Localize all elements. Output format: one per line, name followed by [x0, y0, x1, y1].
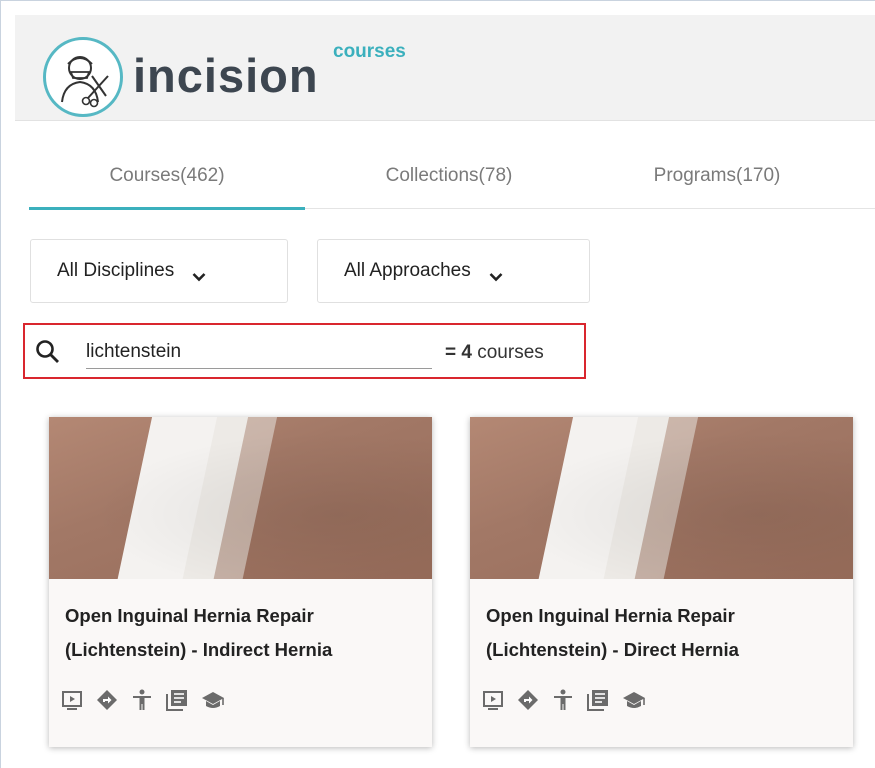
- course-card[interactable]: Open Inguinal Hernia Repair (Lichtenstei…: [49, 417, 432, 747]
- tab-programs[interactable]: Programs(170): [617, 143, 817, 209]
- tab-courses[interactable]: Courses(462): [29, 143, 305, 210]
- result-count: = 4 courses: [445, 342, 544, 364]
- book-icon: [587, 689, 609, 711]
- directions-icon: [96, 689, 118, 711]
- tab-collections[interactable]: Collections(78): [339, 143, 559, 209]
- search-icon[interactable]: [35, 339, 61, 370]
- course-features: [61, 689, 224, 711]
- discipline-dropdown[interactable]: All Disciplines: [30, 239, 288, 303]
- chevron-down-icon: [192, 266, 206, 282]
- result-count-suffix: courses: [471, 342, 544, 363]
- accessibility-icon: [552, 689, 574, 711]
- course-title[interactable]: Open Inguinal Hernia Repair (Lichtenstei…: [486, 599, 846, 667]
- directions-icon: [517, 689, 539, 711]
- accessibility-icon: [131, 689, 153, 711]
- book-icon: [166, 689, 188, 711]
- brand-subtitle: courses: [333, 41, 406, 62]
- result-count-prefix: =: [445, 342, 462, 363]
- app-frame: incision courses Courses(462) Collection…: [0, 0, 875, 768]
- tab-bar: Courses(462) Collections(78) Programs(17…: [29, 143, 875, 210]
- course-card-body: Open Inguinal Hernia Repair (Lichtenstei…: [470, 579, 853, 747]
- video-icon: [482, 689, 504, 711]
- course-card-body: Open Inguinal Hernia Repair (Lichtenstei…: [49, 579, 432, 747]
- result-count-number: 4: [461, 342, 472, 363]
- brand-name: incision: [133, 49, 319, 102]
- header: incision courses: [15, 15, 875, 121]
- video-icon: [61, 689, 83, 711]
- graduation-cap-icon: [201, 689, 224, 711]
- course-thumbnail[interactable]: [470, 417, 853, 579]
- course-card[interactable]: Open Inguinal Hernia Repair (Lichtenstei…: [470, 417, 853, 747]
- search-input[interactable]: [86, 335, 432, 369]
- approach-dropdown[interactable]: All Approaches: [317, 239, 590, 303]
- chevron-down-icon: [489, 266, 503, 282]
- discipline-dropdown-label: All Disciplines: [57, 260, 175, 281]
- approach-dropdown-label: All Approaches: [344, 260, 471, 281]
- search-bar: = 4 courses: [23, 323, 586, 379]
- graduation-cap-icon: [622, 689, 645, 711]
- course-title[interactable]: Open Inguinal Hernia Repair (Lichtenstei…: [65, 599, 425, 667]
- logo-icon[interactable]: [43, 37, 123, 117]
- course-features: [482, 689, 645, 711]
- course-thumbnail[interactable]: [49, 417, 432, 579]
